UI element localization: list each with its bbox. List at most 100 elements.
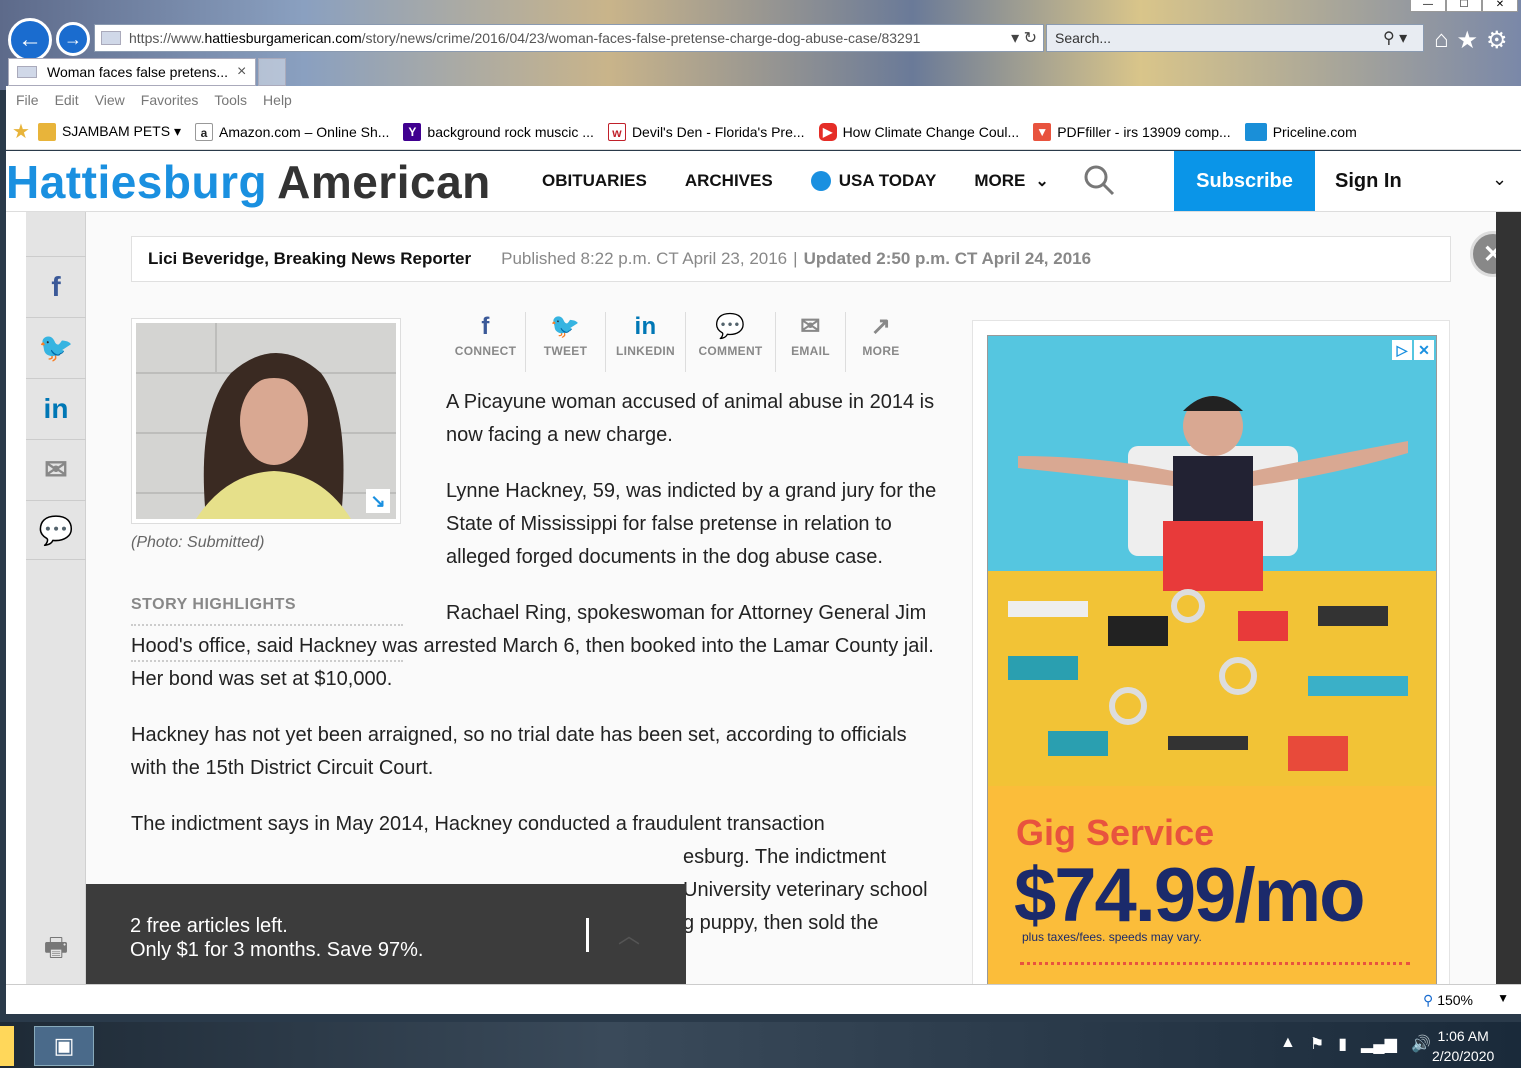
minimize-icon[interactable]: —	[1410, 0, 1446, 12]
ad-close-icon[interactable]: ✕	[1414, 340, 1434, 360]
subscribe-button[interactable]: Subscribe	[1174, 151, 1315, 211]
share-tweet-button[interactable]: 🐦 TWEET	[526, 312, 606, 372]
favorites-bar: ★ SJAMBAM PETS ▾ a Amazon.com – Online Sh…	[6, 114, 1521, 150]
favorite-sjambam-pets[interactable]: SJAMBAM PETS ▾	[37, 122, 181, 141]
menu-edit[interactable]: Edit	[55, 92, 79, 108]
menu-help[interactable]: Help	[263, 92, 292, 108]
new-tab-button[interactable]	[258, 58, 286, 86]
favorite-pdffiller[interactable]: ▼ PDFfiller - irs 13909 comp...	[1033, 122, 1231, 141]
share-email-label: EMAIL	[791, 344, 830, 358]
window-controls: — ☐ ✕	[1410, 0, 1518, 12]
article-paragraph: A Picayune woman accused of animal abuse…	[446, 391, 935, 446]
comment-icon: 💬	[38, 514, 74, 546]
paywall-text: 2 free articles left. Only $1 for 3 mont…	[130, 914, 424, 962]
back-button[interactable]: ←	[8, 18, 52, 62]
status-bar: ⚲ 150% ▼	[6, 984, 1521, 1014]
updated-date: Updated 2:50 p.m. CT April 24, 2016	[803, 249, 1092, 268]
tab-active[interactable]: Woman faces false pretens... ×	[8, 58, 256, 86]
menu-view[interactable]: View	[95, 92, 125, 108]
nav-archives[interactable]: ARCHIVES	[685, 171, 773, 191]
author[interactable]: Lici Beveridge, Breaking News Reporter	[148, 249, 471, 269]
close-window-icon[interactable]: ✕	[1482, 0, 1518, 12]
tab-close-icon[interactable]: ×	[237, 63, 255, 81]
logo-part2: American	[277, 156, 491, 208]
volume-icon[interactable]: 🔊	[1411, 1034, 1431, 1054]
comment-icon: 💬	[715, 313, 746, 340]
battery-icon[interactable]: ▮	[1338, 1034, 1347, 1054]
share-more-button[interactable]: ↗ MORE	[846, 312, 916, 372]
favorite-climate-change[interactable]: ▶ How Climate Change Coul...	[818, 122, 1019, 141]
menu-tools[interactable]: Tools	[214, 92, 247, 108]
site-logo[interactable]: Hattiesburg American	[6, 155, 491, 209]
favorite-background-rock[interactable]: Ybackground rock muscic ...	[403, 122, 594, 141]
menu-file[interactable]: File	[16, 92, 39, 108]
linkedin-share-button[interactable]: in	[26, 378, 86, 438]
ad-badges: ▷ ✕	[1392, 340, 1434, 360]
maximize-icon[interactable]: ☐	[1446, 0, 1482, 12]
email-share-button[interactable]: ✉	[26, 439, 86, 499]
nav-obituaries[interactable]: OBITUARIES	[542, 171, 647, 191]
flag-icon[interactable]: ⚑	[1310, 1034, 1324, 1054]
share-connect-button[interactable]: f CONNECT	[446, 312, 526, 372]
date-separator: |	[793, 249, 798, 268]
ad-illustration	[988, 336, 1436, 786]
favorites-star-icon[interactable]: ★	[1457, 26, 1479, 55]
amazon-icon: a	[195, 122, 213, 141]
advertisement[interactable]: ▷ ✕ Gig Service $74.99/mo plus taxes/fee…	[972, 320, 1450, 984]
gear-icon[interactable]: ⚙	[1486, 26, 1508, 55]
article-paragraph: Hackney has not yet been arraigned, so n…	[131, 724, 907, 779]
chevron-up-icon[interactable]: ︿	[618, 918, 640, 950]
nav-usa-today-label: USA TODAY	[838, 171, 937, 190]
nav-more[interactable]: MORE ⌄	[974, 171, 1048, 191]
ad-creative[interactable]: ▷ ✕ Gig Service $74.99/mo plus taxes/fee…	[987, 335, 1437, 984]
refresh-icon[interactable]: ▾ ↻	[993, 28, 1043, 48]
add-favorite-icon[interactable]: ★	[12, 119, 30, 144]
home-icon[interactable]: ⌂	[1434, 26, 1449, 55]
paywall-separator	[586, 918, 589, 952]
print-button[interactable]: 🖶	[26, 919, 86, 983]
forward-button[interactable]: →	[56, 22, 90, 56]
share-email-button[interactable]: ✉ EMAIL	[776, 312, 846, 372]
favorite-priceline[interactable]: Priceline.com	[1244, 122, 1357, 141]
published-date: Published 8:22 p.m. CT April 23, 2016	[501, 249, 788, 268]
logo-part1: Hattiesburg	[6, 156, 268, 208]
tray-expand-icon[interactable]: ▲	[1280, 1034, 1296, 1054]
favorite-amazon[interactable]: a Amazon.com – Online Sh...	[195, 122, 389, 141]
signal-icon[interactable]: ▂▄▆	[1361, 1034, 1397, 1054]
taskbar-app-icon[interactable]: ▣	[34, 1026, 94, 1066]
adchoices-icon[interactable]: ▷	[1392, 340, 1412, 360]
arrow-left-icon: ←	[18, 26, 42, 53]
share-linkedin-button[interactable]: in LINKEDIN	[606, 312, 686, 372]
yahoo-icon: Y	[403, 122, 422, 141]
clock[interactable]: 1:06 AM 2/20/2020	[1432, 1026, 1494, 1066]
search-icon[interactable]: ⚲ ▾	[1383, 28, 1423, 48]
youtube-icon: ▶	[818, 122, 837, 141]
start-button[interactable]	[0, 1026, 14, 1066]
share-more-label: MORE	[862, 344, 900, 358]
twitter-share-button[interactable]: 🐦	[26, 317, 86, 377]
article-paragraph: The indictment says in May 2014, Hackney…	[131, 813, 825, 835]
search-placeholder: Search...	[1055, 30, 1112, 46]
search-icon[interactable]	[1082, 163, 1116, 197]
article-body: A Picayune woman accused of animal abuse…	[131, 386, 946, 940]
paywall-banner[interactable]: 2 free articles left. Only $1 for 3 mont…	[86, 884, 686, 984]
web-page: Hattiesburg American OBITUARIES ARCHIVES …	[6, 151, 1521, 984]
taskbar: ▣ ▲ ⚑ ▮ ▂▄▆ 🔊 1:06 AM 2/20/2020	[0, 1022, 1521, 1068]
favorite-label: PDFfiller - irs 13909 comp...	[1057, 123, 1231, 140]
paywall-line2: Only $1 for 3 months. Save 97%.	[130, 939, 424, 961]
facebook-share-button[interactable]: f	[26, 256, 86, 316]
browser-search-input[interactable]: Search... ⚲ ▾	[1046, 24, 1424, 52]
share-comment-button[interactable]: 💬 COMMENT	[686, 312, 776, 372]
comment-share-button[interactable]: 💬	[26, 500, 86, 560]
article-line: esburg. The indictment	[683, 846, 887, 868]
menu-favorites[interactable]: Favorites	[141, 92, 199, 108]
chevron-down-icon[interactable]: ▼	[1497, 991, 1509, 1005]
article-paragraph-wrap: Rachael Ring, spokeswoman for Attorney G…	[131, 597, 946, 696]
favorite-devils-den[interactable]: w Devil's Den - Florida's Pre...	[607, 122, 805, 141]
sign-in-button[interactable]: Sign In	[1335, 151, 1402, 211]
nav-usa-today[interactable]: USA TODAY	[810, 171, 937, 191]
article-line: University veterinary school	[683, 879, 928, 901]
zoom-level[interactable]: ⚲ 150%	[1423, 992, 1473, 1009]
address-bar[interactable]: https://www.hattiesburgamerican.com/stor…	[94, 24, 1044, 52]
chevron-down-icon[interactable]: ⌄	[1492, 169, 1507, 190]
